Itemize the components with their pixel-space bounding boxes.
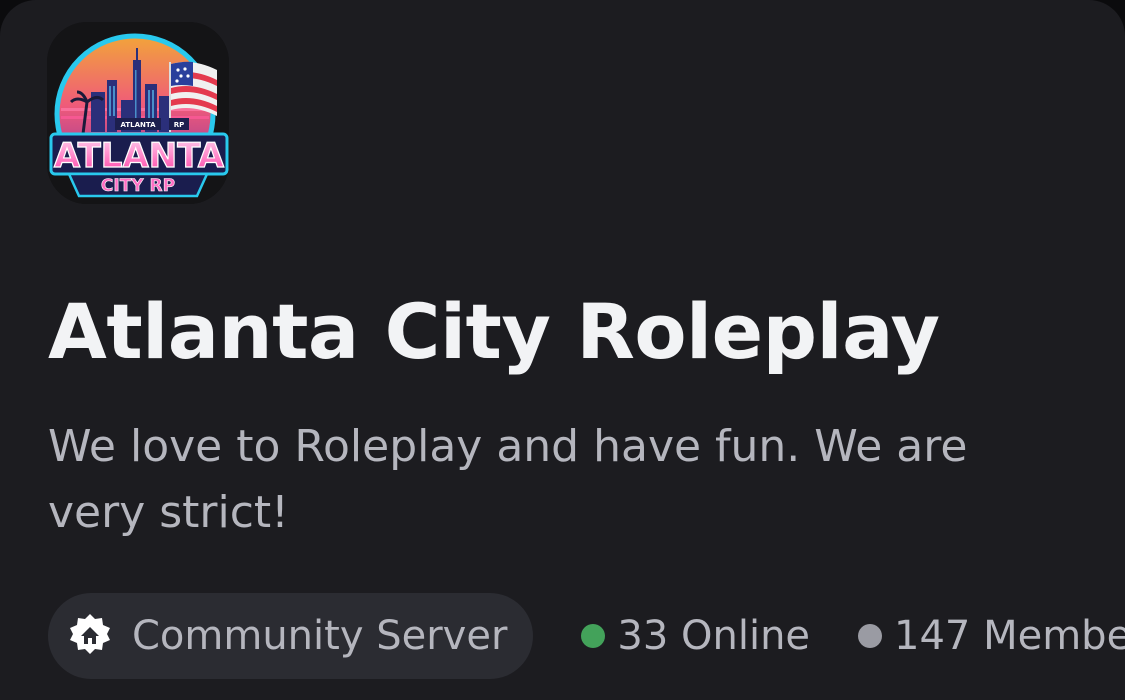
server-description: We love to Roleplay and have fun. We are…: [48, 421, 968, 538]
member-count-label: 147 Members: [894, 613, 1125, 659]
members-status-dot: [858, 624, 883, 648]
svg-text:ATLANTA: ATLANTA: [54, 136, 225, 176]
server-profile-card: ATLANTA RP ATLANTA CITY RP Atlanta City …: [0, 0, 1125, 700]
svg-text:ATLANTA: ATLANTA: [120, 121, 156, 129]
svg-text:RP: RP: [174, 121, 185, 129]
server-meta-row: Community Server 33 Online 147 Members: [48, 593, 1125, 679]
online-count: 33 Online: [581, 593, 810, 679]
server-icon[interactable]: ATLANTA RP ATLANTA CITY RP: [47, 22, 229, 204]
online-count-label: 33 Online: [617, 613, 811, 659]
community-badge-icon: [66, 612, 114, 660]
member-count: 147 Members: [858, 593, 1125, 679]
server-name: Atlanta City Roleplay: [48, 287, 940, 376]
atlanta-city-rp-logo: ATLANTA RP ATLANTA CITY RP: [47, 22, 229, 204]
community-server-badge[interactable]: Community Server: [48, 593, 534, 679]
online-status-dot: [581, 624, 606, 648]
svg-text:CITY RP: CITY RP: [101, 176, 175, 196]
community-server-label: Community Server: [132, 613, 508, 659]
